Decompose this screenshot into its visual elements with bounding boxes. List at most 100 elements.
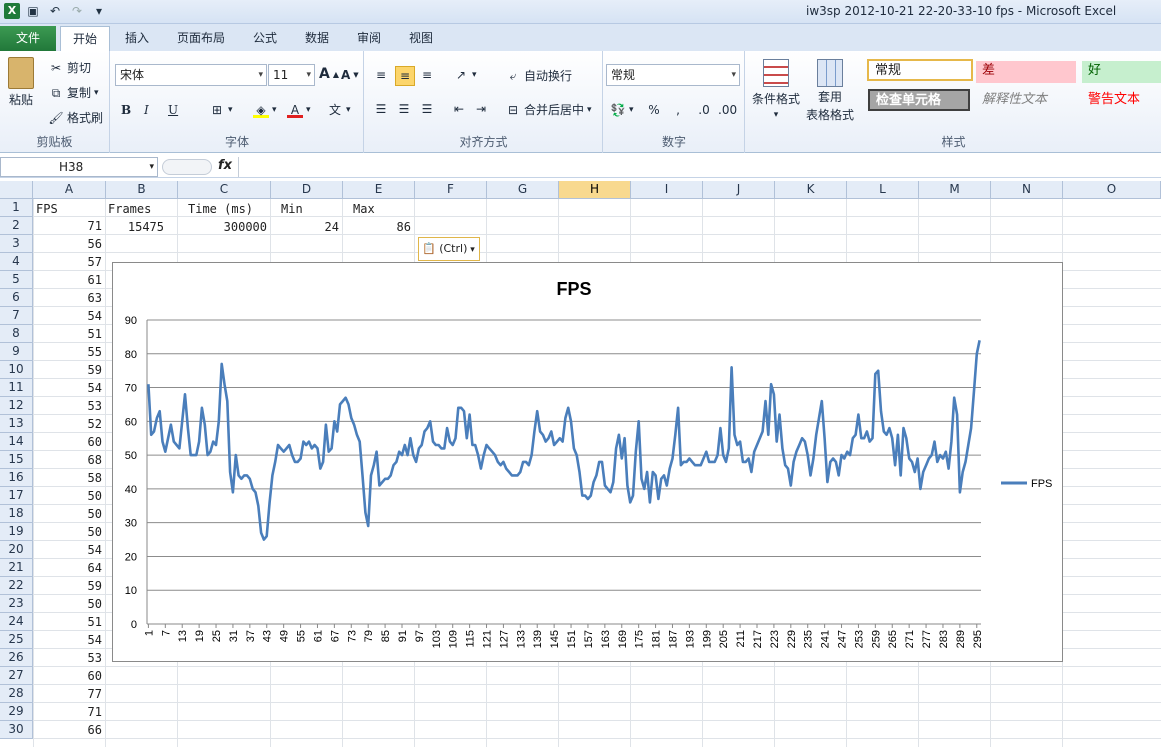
tab-insert[interactable]: 插入 [115, 26, 159, 51]
row-header-13[interactable]: 13 [0, 415, 33, 433]
row-header-14[interactable]: 14 [0, 433, 33, 451]
row-header-18[interactable]: 18 [0, 505, 33, 523]
copy-button[interactable]: ⧉ 复制 ▾ [48, 84, 99, 101]
tab-home[interactable]: 开始 [60, 26, 110, 51]
row-header-24[interactable]: 24 [0, 613, 33, 631]
cell-a21[interactable]: 64 [36, 559, 102, 577]
tab-formulas[interactable]: 公式 [244, 26, 286, 51]
cell-a18[interactable]: 50 [36, 505, 102, 523]
align-left-button[interactable]: ☰ [373, 101, 389, 117]
cell-a1[interactable]: FPS [36, 200, 58, 218]
cell-a30[interactable]: 66 [36, 721, 102, 739]
cell-a29[interactable]: 71 [36, 703, 102, 721]
align-top-button[interactable]: ≡ [373, 67, 389, 83]
row-header-15[interactable]: 15 [0, 451, 33, 469]
row-header-3[interactable]: 3 [0, 235, 33, 253]
cell-a4[interactable]: 57 [36, 253, 102, 271]
select-all-corner[interactable] [0, 181, 33, 199]
cell-b2[interactable]: 15475 [108, 218, 164, 236]
cell-a24[interactable]: 51 [36, 613, 102, 631]
fill-color-button[interactable]: ◈ ▾ [253, 102, 277, 118]
cell-d1[interactable]: Min [281, 200, 303, 218]
row-header-22[interactable]: 22 [0, 577, 33, 595]
col-header-d[interactable]: D [271, 181, 343, 199]
cell-c1[interactable]: Time (ms) [188, 200, 253, 218]
paste-button[interactable]: 粘贴 [8, 57, 34, 108]
col-header-k[interactable]: K [775, 181, 847, 199]
decrease-indent-button[interactable]: ⇤ [451, 101, 467, 117]
cell-a26[interactable]: 53 [36, 649, 102, 667]
cell-a15[interactable]: 68 [36, 451, 102, 469]
col-header-n[interactable]: N [991, 181, 1063, 199]
row-header-9[interactable]: 9 [0, 343, 33, 361]
row-header-17[interactable]: 17 [0, 487, 33, 505]
name-box[interactable]: H38 ▾ [0, 157, 158, 177]
col-header-h[interactable]: H [559, 181, 631, 199]
col-header-j[interactable]: J [703, 181, 775, 199]
formula-input[interactable] [238, 157, 1161, 177]
cell-a3[interactable]: 56 [36, 235, 102, 253]
row-header-2[interactable]: 2 [0, 217, 33, 235]
tab-view[interactable]: 视图 [400, 26, 442, 51]
col-header-m[interactable]: M [919, 181, 991, 199]
row-header-19[interactable]: 19 [0, 523, 33, 541]
style-warning[interactable]: 警告文本 [1082, 90, 1161, 112]
row-header-16[interactable]: 16 [0, 469, 33, 487]
row-header-25[interactable]: 25 [0, 631, 33, 649]
row-header-4[interactable]: 4 [0, 253, 33, 271]
row-header-8[interactable]: 8 [0, 325, 33, 343]
row-header-1[interactable]: 1 [0, 199, 33, 217]
currency-button[interactable]: 💱 ▾ [610, 102, 634, 118]
col-header-o[interactable]: O [1063, 181, 1161, 199]
font-name-select[interactable]: 宋体 ▾ [115, 64, 267, 86]
merge-center-button[interactable]: ⊟ 合并后居中 ▾ [505, 101, 592, 118]
bold-button[interactable]: B [121, 103, 131, 117]
decrease-decimal-button[interactable]: .00 [718, 102, 737, 118]
cell-a8[interactable]: 51 [36, 325, 102, 343]
cell-a9[interactable]: 55 [36, 343, 102, 361]
font-color-button[interactable]: A ▾ [287, 102, 311, 118]
col-header-f[interactable]: F [415, 181, 487, 199]
col-header-e[interactable]: E [343, 181, 415, 199]
phonetic-button[interactable]: 文 ▾ [327, 102, 351, 118]
cell-d2[interactable]: 24 [273, 218, 339, 236]
style-bad[interactable]: 差 [976, 61, 1076, 83]
orientation-button[interactable]: ↗ ▾ [453, 67, 477, 83]
row-header-30[interactable]: 30 [0, 721, 33, 739]
undo-icon[interactable]: ↶ [46, 2, 64, 20]
cell-a14[interactable]: 60 [36, 433, 102, 451]
paste-options-button[interactable]: 📋 (Ctrl) ▾ [418, 237, 480, 261]
cell-e1[interactable]: Max [353, 200, 375, 218]
cell-a2[interactable]: 71 [36, 217, 102, 235]
cell-a17[interactable]: 50 [36, 487, 102, 505]
cell-a11[interactable]: 54 [36, 379, 102, 397]
row-header-6[interactable]: 6 [0, 289, 33, 307]
tab-page-layout[interactable]: 页面布局 [167, 26, 235, 51]
cell-c2[interactable]: 300000 [180, 218, 267, 236]
cell-a5[interactable]: 61 [36, 271, 102, 289]
number-format-select[interactable]: 常规 ▾ [606, 64, 740, 86]
fps-chart[interactable]: FPS 0 10 20 30 40 50 60 70 80 90 1 7 13 19 25 31 37 43 49 55… [112, 262, 1063, 662]
row-header-28[interactable]: 28 [0, 685, 33, 703]
shrink-font-button[interactable]: A ▼ [341, 68, 359, 82]
row-header-21[interactable]: 21 [0, 559, 33, 577]
cell-a23[interactable]: 50 [36, 595, 102, 613]
cell-a7[interactable]: 54 [36, 307, 102, 325]
style-normal[interactable]: 常规 [867, 59, 973, 81]
col-header-a[interactable]: A [33, 181, 106, 199]
style-explanatory[interactable]: 解释性文本 [976, 90, 1076, 112]
grow-font-button[interactable]: A ▲ [319, 66, 339, 82]
cell-a28[interactable]: 77 [36, 685, 102, 703]
borders-button[interactable]: ⊞ ▾ [209, 102, 233, 118]
format-painter-button[interactable]: 🖌 格式刷 [48, 109, 103, 126]
formula-bar-splitter[interactable] [162, 159, 212, 175]
cell-a25[interactable]: 54 [36, 631, 102, 649]
comma-button[interactable]: , [670, 102, 686, 118]
customize-icon[interactable]: ▾ [90, 2, 108, 20]
align-center-button[interactable]: ☰ [396, 101, 412, 117]
col-header-g[interactable]: G [487, 181, 559, 199]
align-bottom-button[interactable]: ≡ [419, 67, 435, 83]
align-middle-button[interactable]: ≡ [395, 66, 415, 86]
cell-e2[interactable]: 86 [345, 218, 411, 236]
redo-icon[interactable]: ↷ [68, 2, 86, 20]
